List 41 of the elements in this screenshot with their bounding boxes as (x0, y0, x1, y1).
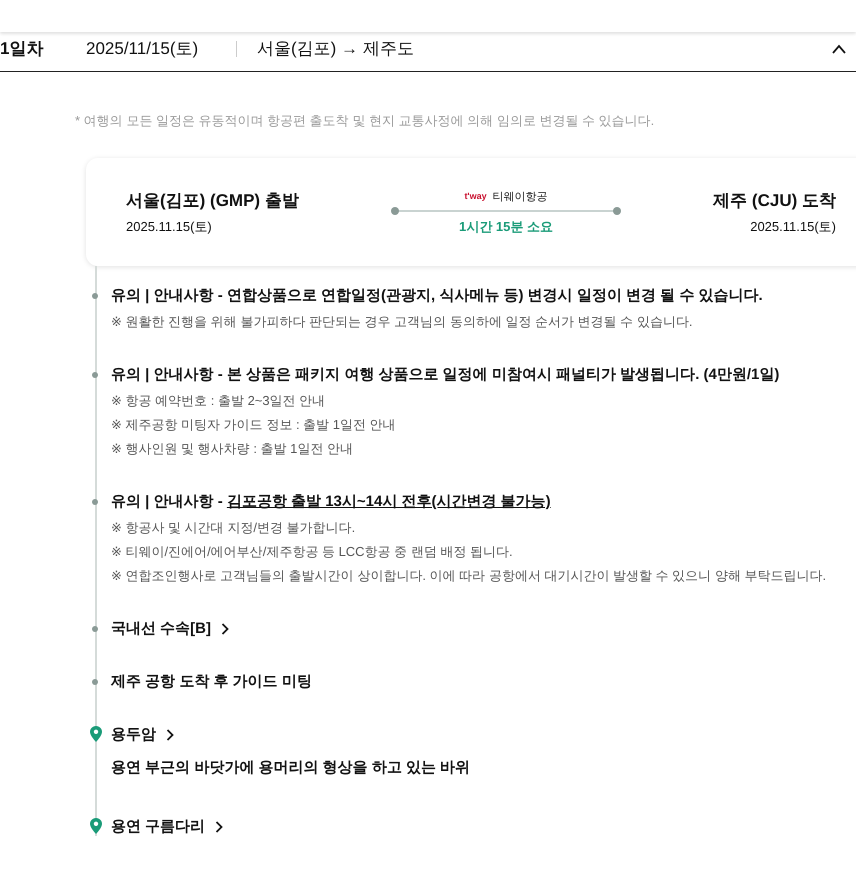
day-route: 서울(김포) → 제주도 (257, 38, 415, 60)
place-description: 용연 부근의 바닷가에 용머리의 형상을 하고 있는 바위 (111, 758, 472, 777)
day-date: 2025/11/15(토) (86, 38, 200, 60)
notice-headline: 본 상품은 패키지 여행 상품으로 일정에 미참여시 패널티가 발생됩니다. (4만원/1일) (226, 366, 780, 383)
notice-text: * 여행의 모든 일정은 유동적이며 항공편 출도착 및 현지 교통사정에 의해 임의로 변경될 수 있습니다. (75, 112, 656, 130)
arrival-date: 2025.11.15(토) (750, 218, 836, 236)
notice-label: 유의 | 안내사항 - (111, 493, 224, 510)
timeline-dot (92, 372, 98, 378)
notice-label: 유의 | 안내사항 - (111, 287, 224, 304)
notice-headline: 김포공항 출발 13시~14시 전후(시간변경 불가능) (226, 493, 551, 510)
note-text: ※ 항공 예약번호 : 출발 2~3일전 안내 (111, 392, 326, 410)
map-pin-icon (90, 818, 102, 834)
note-text: ※ 항공사 및 시간대 지정/변경 불가합니다. (111, 519, 356, 537)
note-text: ※ 티웨이/진에어/에어부산/제주항공 등 LCC항공 중 랜덤 배정 됩니다. (111, 543, 514, 561)
note-text: ※ 행사인원 및 행사차량 : 출발 1일전 안내 (111, 440, 354, 458)
airline-name: 티웨이항공 (492, 190, 548, 204)
step-title: 제주 공항 도착 후 가이드 미팅 (111, 672, 312, 691)
day-label: 1일차 (0, 38, 44, 60)
day-header[interactable]: 1일차 2025/11/15(토) 서울(김포) → 제주도 (0, 32, 856, 72)
chevron-right-icon (221, 622, 229, 634)
itinerary-link[interactable]: 용연 구름다리 (111, 817, 224, 836)
map-pin-icon (90, 726, 102, 742)
note-text: ※ 제주공항 미팅자 가이드 정보 : 출발 1일전 안내 (111, 416, 397, 434)
departure-city: 서울(김포) (GMP) 출발 (126, 190, 299, 212)
timeline-dot (92, 293, 98, 299)
chevron-right-icon (215, 820, 224, 832)
chevron-icon[interactable] (832, 44, 846, 54)
departure-date: 2025.11.15(토) (126, 218, 213, 236)
arrival-city: 제주 (CJU) 도착 (713, 190, 836, 212)
note-text: ※ 연합조인행사로 고객님들의 출발시간이 상이합니다. 이에 따라 공항에서 대기시간이 발생할 수 있으니 양해 부탁드립니다. (111, 567, 828, 585)
airline-logo: t'way (464, 191, 487, 201)
timeline-dot (92, 626, 98, 632)
notice-label: 유의 | 안내사항 - (111, 366, 224, 383)
chevron-right-icon (166, 728, 174, 740)
notice-headline: 연합상품으로 연합일정(관광지, 식사메뉴 등) 변경시 일정이 변경 될 수 있습니다. (226, 287, 763, 304)
timeline-dot (92, 679, 98, 685)
itinerary-link[interactable]: 용두암 (111, 725, 174, 744)
note-text: ※ 원활한 진행을 위해 불가피하다 판단되는 경우 고객님의 동의하에 일정 순서가 변경될 수 있습니다. (111, 313, 694, 331)
timeline-dot (92, 499, 98, 505)
itinerary-link[interactable]: 국내선 수속[B] (111, 619, 229, 638)
flight-duration: 1시간 15분 소요 (459, 218, 553, 236)
